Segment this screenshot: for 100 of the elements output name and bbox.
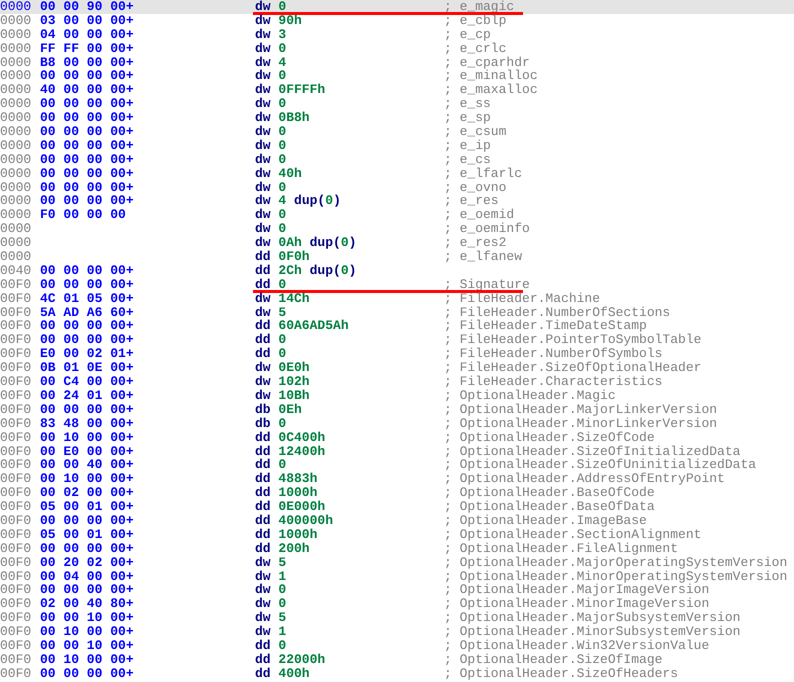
listing-row[interactable]: 00F0 00 00 10 00+ dd 0 ; OptionalHeader.Win32VersionValue — [0, 638, 794, 653]
directive: dw — [255, 42, 271, 56]
listing-row[interactable]: 00F0 00 00 00 00+ dd 60A6AD5Ah ; FileHeader.TimeDateStamp — [0, 319, 794, 334]
comment: ; OptionalHeader.MinorSubsystemVersion — [444, 625, 740, 639]
address: 00F0 — [0, 583, 32, 598]
listing-row[interactable]: 00F0 00 10 00 00+ dd 22000h ; OptionalHeader.SizeOfImage — [0, 652, 794, 667]
operand: 5 — [278, 306, 286, 320]
hex-bytes: 00 20 02 00+ — [40, 556, 134, 570]
directive: dd — [255, 250, 271, 264]
listing-row[interactable]: 0040 00 00 00 00+ dd 2Ch dup(0) — [0, 264, 794, 278]
listing-row[interactable]: 00F0 00 20 02 00+ dw 5 ; OptionalHeader.MajorOperatingSystemVersion — [0, 556, 794, 570]
hex-bytes: 00 00 00 00+ — [40, 583, 134, 598]
listing-row[interactable]: 00F0 00 00 40 00+ dd 0 ; OptionalHeader.SizeOfUninitializedData — [0, 458, 794, 472]
comment: ; e_minalloc — [444, 69, 538, 84]
listing-row[interactable]: 00F0 4C 01 05 00+ dw 14Ch ; FileHeader.Machine — [0, 292, 794, 306]
address: 0000 — [0, 194, 32, 208]
directive: dw — [255, 14, 271, 28]
listing-row[interactable]: 0000 00 00 00 00+ dw 0 ; e_csum — [0, 125, 794, 139]
listing-row[interactable]: 00F0 02 00 40 80+ dw 0 ; OptionalHeader.MinorImageVersion — [0, 597, 794, 612]
listing-row[interactable]: 00F0 00 00 00 00+ dd 200h ; OptionalHeader.FileAlignment — [0, 542, 794, 556]
listing-row[interactable]: 0000 00 00 90 00+ dw 0 ; e_magic — [0, 0, 794, 14]
hex-bytes: 00 00 00 00+ — [40, 514, 134, 528]
comment: ; OptionalHeader.MajorLinkerVersion — [444, 402, 718, 417]
comment: ; e_magic — [444, 0, 514, 14]
listing-row[interactable]: 0000 00 00 00 00+ dw 4 dup(0) ; e_res — [0, 194, 794, 208]
comment: ; OptionalHeader.ImageBase — [444, 514, 647, 528]
address: 0000 — [0, 28, 32, 42]
listing-row[interactable]: 00F0 00 00 00 00+ dw 0 ; OptionalHeader.MajorImageVersion — [0, 583, 794, 598]
listing-row[interactable]: 0000 00 00 00 00+ dw 0 ; e_minalloc — [0, 69, 794, 84]
listing-row[interactable]: 0000 00 00 00 00+ dw 0 ; e_ovno — [0, 180, 794, 194]
listing-row[interactable]: 0000 00 00 00 00+ dw 0B8h ; e_sp — [0, 111, 794, 126]
listing-row[interactable]: 00F0 05 00 01 00+ dd 0E000h ; OptionalHeader.BaseOfData — [0, 500, 794, 514]
listing-row[interactable]: 00F0 00 E0 00 00+ dd 12400h ; OptionalHeader.SizeOfInitializedData — [0, 444, 794, 458]
directive: dd — [255, 347, 271, 362]
comment: ; OptionalHeader.MinorLinkerVersion — [444, 416, 718, 431]
address: 00F0 — [0, 375, 32, 389]
operand: 0 — [278, 597, 286, 612]
listing-row[interactable]: 00F0 00 10 00 00+ dd 0C400h ; OptionalHeader.SizeOfCode — [0, 430, 794, 444]
comment: ; OptionalHeader.SectionAlignment — [444, 528, 702, 542]
hex-bytes: 00 00 00 00+ — [40, 97, 134, 112]
listing-row[interactable]: 00F0 00 00 00 00+ dd 400h ; OptionalHeader.SizeOfHeaders — [0, 666, 794, 681]
hex-bytes: 40 00 00 00+ — [40, 83, 134, 98]
listing-row[interactable]: 0000 F0 00 00 00 dw 0 ; e_oemid — [0, 208, 794, 222]
listing-row[interactable]: 00F0 00 00 00 00+ dd 400000h ; OptionalHeader.ImageBase — [0, 514, 794, 528]
address: 0000 — [0, 0, 32, 14]
directive: dd — [255, 500, 271, 514]
address: 00F0 — [0, 597, 32, 612]
operand: 0F0h — [278, 250, 310, 264]
listing-row[interactable]: 00F0 5A AD A6 60+ dw 5 ; FileHeader.NumberOfSections — [0, 306, 794, 320]
listing-row[interactable]: 00F0 00 00 00 00+ dd 0 ; Signature — [0, 278, 794, 292]
listing-row[interactable]: 00F0 83 48 00 00+ db 0 ; OptionalHeader.MinorLinkerVersion — [0, 416, 794, 431]
listing-row[interactable]: 00F0 E0 00 02 01+ dd 0 ; FileHeader.NumberOfSymbols — [0, 347, 794, 362]
address: 00F0 — [0, 402, 32, 417]
operand: 1 — [278, 570, 286, 584]
listing-row[interactable]: 0000 40 00 00 00+ dw 0FFFFh ; e_maxalloc — [0, 83, 794, 98]
directive: dw — [255, 375, 271, 389]
address: 0040 — [0, 264, 32, 278]
hex-bytes: 0B 01 0E 00+ — [40, 361, 134, 376]
listing-row[interactable]: 00F0 00 10 00 00+ dw 1 ; OptionalHeader.MinorSubsystemVersion — [0, 625, 794, 639]
listing-row[interactable]: 00F0 00 00 10 00+ dw 5 ; OptionalHeader.MajorSubsystemVersion — [0, 611, 794, 626]
listing-row[interactable]: 0000 dd 0F0h ; e_lfanew — [0, 250, 794, 264]
address: 0000 — [0, 14, 32, 28]
listing-row[interactable]: 00F0 00 00 00 00+ db 0Eh ; OptionalHeader.MajorLinkerVersion — [0, 402, 794, 417]
directive: dw — [255, 28, 271, 42]
directive: dd — [255, 666, 271, 681]
listing-row[interactable]: 0000 00 00 00 00+ dw 40h ; e_lfarlc — [0, 166, 794, 181]
listing-row[interactable]: 00F0 00 10 00 00+ dd 4883h ; OptionalHeader.AddressOfEntryPoint — [0, 472, 794, 486]
directive: dw — [255, 306, 271, 320]
listing-row[interactable]: 0000 dw 0Ah dup(0) ; e_res2 — [0, 236, 794, 250]
listing-row[interactable]: 00F0 00 24 01 00+ dw 10Bh ; OptionalHeader.Magic — [0, 388, 794, 403]
listing-row[interactable]: 00F0 0B 01 0E 00+ dw 0E0h ; FileHeader.SizeOfOptionalHeader — [0, 361, 794, 376]
listing-row[interactable]: 0000 03 00 00 00+ dw 90h ; e_cblp — [0, 14, 794, 28]
address: 00F0 — [0, 542, 32, 556]
address: 0000 — [0, 125, 32, 139]
listing-row[interactable]: 0000 FF FF 00 00+ dw 0 ; e_crlc — [0, 42, 794, 56]
directive: dd — [255, 528, 271, 542]
listing-row[interactable]: 0000 00 00 00 00+ dw 0 ; e_ip — [0, 138, 794, 153]
listing-row[interactable]: 00F0 00 00 00 00+ dd 0 ; FileHeader.PointerToSymbolTable — [0, 333, 794, 348]
listing-row[interactable]: 0000 04 00 00 00+ dw 3 ; e_cp — [0, 28, 794, 42]
listing-row[interactable]: 00F0 00 04 00 00+ dw 1 ; OptionalHeader.MinorOperatingSystemVersion — [0, 570, 794, 584]
directive: dw — [255, 152, 271, 167]
directive: dw — [255, 194, 271, 208]
operand: 1 — [278, 625, 286, 639]
listing-row[interactable]: 0000 dw 0 ; e_oeminfo — [0, 222, 794, 236]
directive: dd — [255, 278, 271, 292]
listing-row[interactable]: 00F0 05 00 01 00+ dd 1000h ; OptionalHeader.SectionAlignment — [0, 528, 794, 542]
comment: ; OptionalHeader.MinorImageVersion — [444, 597, 710, 612]
listing-row[interactable]: 0000 B8 00 00 00+ dw 4 ; e_cparhdr — [0, 56, 794, 70]
operand: 0 — [278, 97, 286, 112]
address: 00F0 — [0, 333, 32, 348]
hex-bytes: 00 02 00 00+ — [40, 486, 134, 500]
operand: 0Ah dup(0) — [278, 236, 356, 250]
listing-row[interactable]: 0000 00 00 00 00+ dw 0 ; e_ss — [0, 97, 794, 112]
listing-row[interactable]: 00F0 00 02 00 00+ dd 1000h ; OptionalHeader.BaseOfCode — [0, 486, 794, 500]
comment: ; e_cp — [444, 28, 491, 42]
hex-bytes: 00 00 00 00+ — [40, 125, 134, 139]
operand: 14Ch — [278, 292, 310, 306]
listing-row[interactable]: 0000 00 00 00 00+ dw 0 ; e_cs — [0, 152, 794, 167]
listing-row[interactable]: 00F0 00 C4 00 00+ dw 102h ; FileHeader.Characteristics — [0, 375, 794, 389]
operand: 0 — [278, 69, 286, 84]
